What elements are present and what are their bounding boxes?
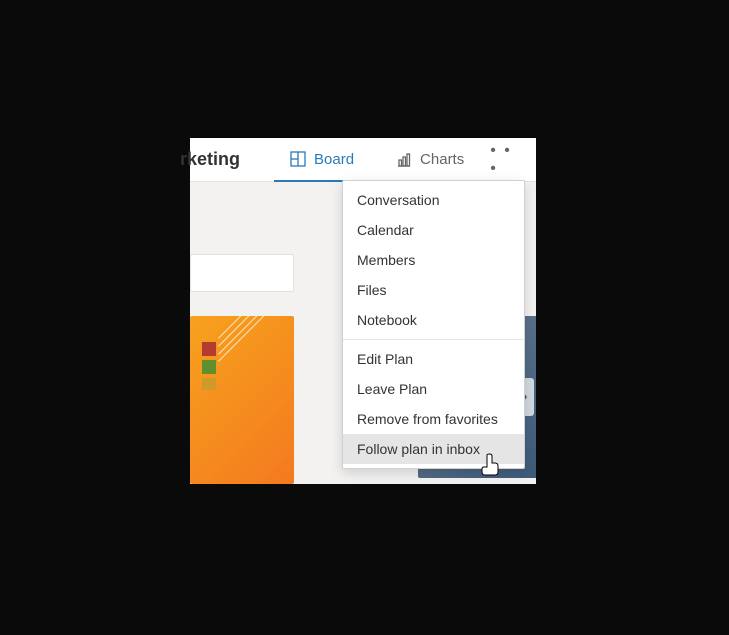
more-menu-button[interactable]: • • • (480, 134, 526, 186)
tab-board[interactable]: Board (274, 138, 370, 182)
tab-charts-label: Charts (420, 151, 464, 168)
dropdown-section-nav: ConversationCalendarMembersFilesNotebook (343, 181, 524, 339)
plan-title: rketing (180, 149, 240, 170)
tab-charts[interactable]: Charts (380, 138, 480, 182)
dropdown-item[interactable]: Edit Plan (343, 344, 524, 374)
card-input-placeholder[interactable] (190, 254, 294, 292)
header: rketing Board Charts • • • (190, 138, 536, 182)
card-decoration (214, 336, 294, 426)
dropdown-item[interactable]: Follow plan in inbox (343, 434, 524, 464)
task-card-orange[interactable] (190, 316, 294, 484)
plan-options-dropdown: ConversationCalendarMembersFilesNotebook… (342, 180, 525, 469)
dropdown-item[interactable]: Leave Plan (343, 374, 524, 404)
board-icon (290, 151, 306, 167)
dropdown-section-actions: Edit PlanLeave PlanRemove from favorites… (343, 339, 524, 468)
dropdown-item[interactable]: Calendar (343, 215, 524, 245)
dropdown-item[interactable]: Conversation (343, 185, 524, 215)
dropdown-item[interactable]: Members (343, 245, 524, 275)
dropdown-item[interactable]: Notebook (343, 305, 524, 335)
tab-board-label: Board (314, 151, 354, 168)
dropdown-item[interactable]: Files (343, 275, 524, 305)
dropdown-item[interactable]: Remove from favorites (343, 404, 524, 434)
charts-icon (396, 152, 412, 168)
